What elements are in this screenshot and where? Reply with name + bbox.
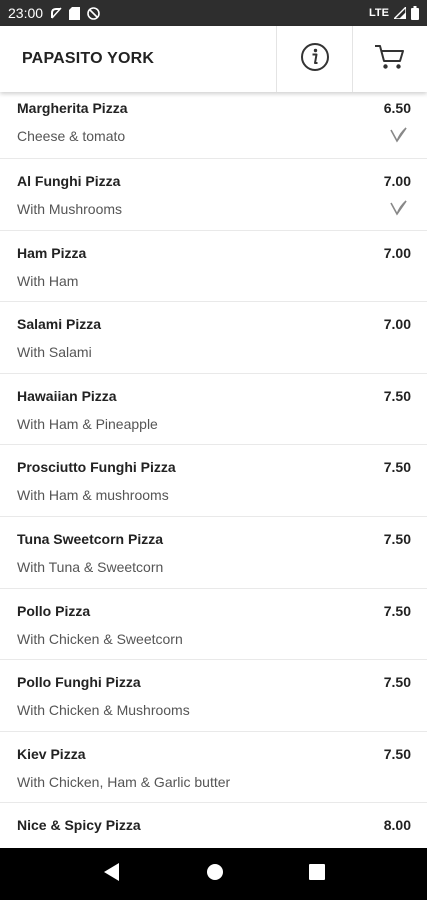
cart-button[interactable] xyxy=(352,26,427,92)
sd-card-icon xyxy=(69,6,81,20)
menu-item-margherita-pizza[interactable]: Margherita Pizza 6.50 Cheese & tomato xyxy=(0,92,427,159)
item-name: Salami Pizza xyxy=(17,316,102,333)
status-bar: 23:00 LTE xyxy=(0,0,427,26)
item-name: Nice & Spicy Pizza xyxy=(17,817,141,834)
menu-item-pollo-funghi-pizza[interactable]: Pollo Funghi Pizza 7.50 With Chicken & M… xyxy=(0,660,427,732)
cell-signal-icon xyxy=(394,7,406,19)
item-description: With Ham & mushrooms xyxy=(17,487,169,504)
item-description: With Chicken, Ham & Garlic butter xyxy=(17,773,231,790)
vegetarian-icon xyxy=(389,126,409,149)
item-price: 7.00 xyxy=(383,173,411,189)
item-description: With Mushrooms xyxy=(17,201,123,217)
info-icon xyxy=(300,42,330,77)
item-name: Margherita Pizza xyxy=(17,100,128,116)
menu-item-prosciutto-funghi-pizza[interactable]: Prosciutto Funghi Pizza 7.50 With Ham & … xyxy=(0,445,427,517)
item-price: 7.50 xyxy=(383,387,411,404)
menu-item-al-funghi-pizza[interactable]: Al Funghi Pizza 7.00 With Mushrooms xyxy=(0,159,427,231)
item-name: Ham Pizza xyxy=(17,244,87,261)
app-bar: PAPASITO YORK xyxy=(0,26,427,92)
network-type: LTE xyxy=(369,7,389,19)
item-name: Pollo Funghi Pizza xyxy=(17,674,141,691)
signal-off-icon xyxy=(50,7,62,19)
item-description: With Chicken & Sweetcorn xyxy=(17,630,183,647)
menu-item-kiev-pizza[interactable]: Kiev Pizza 7.50 With Chicken, Ham & Garl… xyxy=(0,732,427,804)
item-name: Pollo Pizza xyxy=(17,602,91,619)
item-price: 6.50 xyxy=(383,100,411,116)
do-not-disturb-icon xyxy=(87,6,100,20)
item-name: Kiev Pizza xyxy=(17,745,86,762)
vegetarian-icon xyxy=(389,199,409,222)
item-name: Prosciutto Funghi Pizza xyxy=(17,459,176,476)
recents-square-icon[interactable] xyxy=(308,863,325,885)
item-price: 7.50 xyxy=(383,459,411,476)
item-name: Tuna Sweetcorn Pizza xyxy=(17,530,163,547)
menu-item-ham-pizza[interactable]: Ham Pizza 7.00 With Ham xyxy=(0,231,427,303)
page-title: PAPASITO YORK xyxy=(22,50,155,67)
item-price: 7.00 xyxy=(383,316,411,333)
navigation-bar xyxy=(0,848,427,900)
info-button[interactable] xyxy=(276,26,352,92)
menu-list: Margherita Pizza 6.50 Cheese & tomato Al… xyxy=(0,92,427,848)
item-price: 7.00 xyxy=(383,244,411,261)
cart-icon xyxy=(374,43,406,76)
menu-item-hawaiian-pizza[interactable]: Hawaiian Pizza 7.50 With Ham & Pineapple xyxy=(0,374,427,446)
back-triangle-icon[interactable] xyxy=(103,862,121,887)
battery-icon xyxy=(411,6,419,20)
menu-item-nice-spicy-pizza[interactable]: Nice & Spicy Pizza 8.00 xyxy=(0,803,427,848)
item-price: 7.50 xyxy=(383,674,411,691)
status-bar-left: 23:00 xyxy=(8,5,100,21)
item-name: Hawaiian Pizza xyxy=(17,387,117,404)
menu-item-pollo-pizza[interactable]: Pollo Pizza 7.50 With Chicken & Sweetcor… xyxy=(0,589,427,661)
home-circle-icon[interactable] xyxy=(206,863,224,886)
status-bar-right: LTE xyxy=(369,6,419,20)
item-name: Al Funghi Pizza xyxy=(17,173,121,189)
item-description: With Chicken & Mushrooms xyxy=(17,702,190,719)
menu-item-salami-pizza[interactable]: Salami Pizza 7.00 With Salami xyxy=(0,302,427,374)
item-description: With Ham & Pineapple xyxy=(17,415,158,432)
item-description: Cheese & tomato xyxy=(17,128,126,144)
item-description: With Tuna & Sweetcorn xyxy=(17,558,164,575)
item-price: 7.50 xyxy=(383,530,411,547)
item-price: 8.00 xyxy=(383,817,411,834)
menu-item-tuna-sweetcorn-pizza[interactable]: Tuna Sweetcorn Pizza 7.50 With Tuna & Sw… xyxy=(0,517,427,589)
status-time: 23:00 xyxy=(8,5,44,21)
item-description: With Salami xyxy=(17,344,92,361)
item-description: With Ham xyxy=(17,272,79,289)
item-price: 7.50 xyxy=(383,745,411,762)
item-price: 7.50 xyxy=(383,602,411,619)
